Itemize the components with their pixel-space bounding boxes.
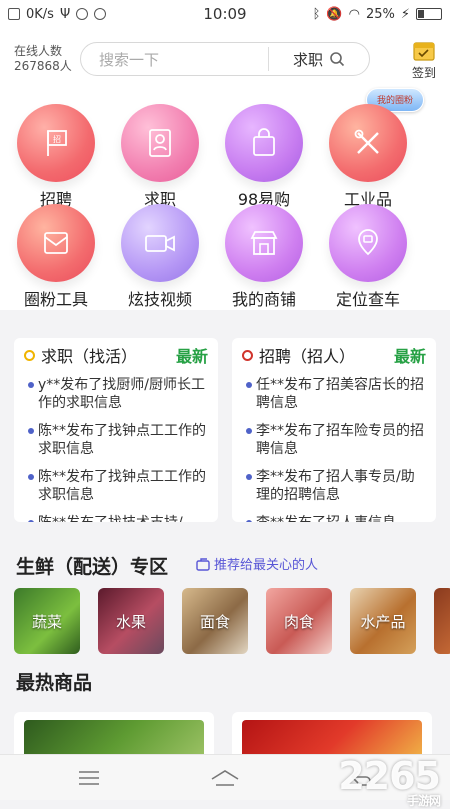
fresh-tile-more[interactable] bbox=[434, 588, 450, 654]
menu-label: 定位查车 bbox=[335, 290, 400, 309]
search-input[interactable]: 搜索一下 bbox=[81, 49, 268, 70]
net-speed: 0K/s bbox=[26, 6, 54, 22]
menu-label: 炫技视频 bbox=[127, 290, 192, 309]
header: 在线人数 267868人 搜索一下 求职 签到 bbox=[0, 28, 450, 92]
home-nav-button[interactable] bbox=[210, 767, 240, 789]
search-type-label: 求职 bbox=[292, 50, 323, 69]
fresh-tile-label: 水果 bbox=[115, 612, 146, 631]
list-item[interactable]: 李**发布了招车险专员的招聘信息 bbox=[246, 422, 428, 458]
jobseek-latest-link[interactable]: 最新 bbox=[176, 343, 208, 367]
menu-label: 我的商铺 bbox=[231, 290, 296, 309]
menu-item-recruit[interactable]: 招 招聘 bbox=[4, 104, 108, 210]
recruit-latest-link[interactable]: 最新 bbox=[394, 343, 426, 367]
recruit-card[interactable]: 招聘（招人） 最新 任**发布了招美容店长的招聘信息 李**发布了招车险专员的招… bbox=[232, 338, 436, 522]
fresh-tile-meat[interactable]: 肉食 bbox=[266, 588, 332, 654]
storefront-icon bbox=[225, 204, 303, 282]
fresh-section-title: 生鲜（配送）专区 bbox=[16, 556, 169, 578]
yellow-ring-icon bbox=[24, 349, 35, 361]
online-count: 267868人 bbox=[14, 59, 72, 73]
resume-icon bbox=[121, 104, 199, 182]
svg-text:招: 招 bbox=[53, 134, 61, 144]
charging-icon: ⚡ bbox=[400, 6, 410, 22]
red-ring-icon bbox=[242, 349, 253, 361]
calendar-check-icon bbox=[413, 42, 435, 61]
fresh-tile-label: 肉食 bbox=[283, 612, 314, 631]
battery-icon bbox=[416, 8, 442, 20]
list-item[interactable]: 陈**发布了找技术支持/ bbox=[28, 514, 210, 522]
hot-products-title: 最热商品 bbox=[16, 672, 93, 694]
bluetooth-icon: ᛒ bbox=[312, 6, 321, 22]
fresh-tile-seafood[interactable]: 水产品 bbox=[350, 588, 416, 654]
list-item[interactable]: y**发布了找厨师/厨师长工作的求职信息 bbox=[28, 376, 210, 412]
menu-nav-button[interactable] bbox=[74, 767, 104, 789]
status-bar: 0K/s Ψ 10:09 ᛒ 🔕 ◠ 25% ⚡ bbox=[0, 0, 450, 28]
recruit-icon: 招 bbox=[17, 104, 95, 182]
chat-notification-icon bbox=[94, 8, 107, 20]
list-item[interactable]: 陈**发布了找钟点工工作的求职信息 bbox=[28, 422, 210, 458]
fresh-tile-fruit[interactable]: 水果 bbox=[98, 588, 164, 654]
watermark-logo: 2265 手游网 bbox=[338, 754, 441, 809]
signin-button[interactable]: 签到 bbox=[404, 40, 444, 81]
fresh-tile-noodles[interactable]: 面食 bbox=[182, 588, 248, 654]
envelope-icon bbox=[17, 204, 95, 282]
home-icon bbox=[211, 770, 239, 786]
search-icon bbox=[330, 52, 345, 67]
search-type-button[interactable]: 求职 bbox=[269, 49, 369, 70]
video-camera-icon bbox=[121, 204, 199, 282]
menu-label: 圈粉工具 bbox=[23, 290, 88, 309]
jobseek-card-header: 求职（找活） 最新 bbox=[14, 338, 218, 372]
list-item[interactable]: 陈**发布了找钟点工工作的求职信息 bbox=[28, 468, 210, 504]
map-pin-icon bbox=[329, 204, 407, 282]
fresh-tile-vegetables[interactable]: 蔬菜 bbox=[14, 588, 80, 654]
mute-icon: 🔕 bbox=[326, 6, 343, 22]
hamburger-icon bbox=[79, 771, 99, 785]
jobseek-card-title: 求职（找活） bbox=[41, 347, 138, 366]
list-item[interactable]: 任**发布了招美容店长的招聘信息 bbox=[246, 376, 428, 412]
recruit-card-title: 招聘（招人） bbox=[259, 347, 356, 366]
usb-icon: Ψ bbox=[59, 6, 71, 22]
menu-item-video[interactable]: 炫技视频 bbox=[108, 204, 212, 310]
menu-item-jobseek[interactable]: 求职 bbox=[108, 104, 212, 210]
share-icon bbox=[196, 557, 210, 571]
tools-icon bbox=[329, 104, 407, 182]
online-label: 在线人数 bbox=[14, 44, 63, 58]
recommend-label: 推荐给最关心的人 bbox=[214, 558, 319, 573]
menu-item-my-shop[interactable]: 我的商铺 bbox=[212, 204, 316, 310]
battery-percent: 25% bbox=[365, 6, 395, 22]
jobseek-list: y**发布了找厨师/厨师长工作的求职信息 陈**发布了找钟点工工作的求职信息 陈… bbox=[14, 372, 218, 522]
menu-item-locate-car[interactable]: 定位查车 bbox=[316, 204, 420, 310]
fresh-tile-label: 蔬菜 bbox=[31, 612, 62, 631]
menu-item-fans-tool[interactable]: 圈粉工具 bbox=[4, 204, 108, 310]
shopping-bag-icon bbox=[225, 104, 303, 182]
recommend-link[interactable]: 推荐给最关心的人 bbox=[196, 554, 318, 573]
menu-item-industrial[interactable]: 工业品 bbox=[316, 104, 420, 210]
wifi-icon: ◠ bbox=[348, 6, 360, 22]
fresh-tile-label: 面食 bbox=[199, 612, 230, 631]
online-users: 在线人数 267868人 bbox=[14, 44, 72, 74]
list-item[interactable]: 李**发布了招人事信息 bbox=[246, 514, 428, 522]
recruit-card-header: 招聘（招人） 最新 bbox=[232, 338, 436, 372]
menu-item-98-shop[interactable]: 98易购 bbox=[212, 104, 316, 210]
recruit-list: 任**发布了招美容店长的招聘信息 李**发布了招车险专员的招聘信息 李**发布了… bbox=[232, 372, 436, 522]
app-notification-icon bbox=[76, 8, 89, 20]
search-bar[interactable]: 搜索一下 求职 bbox=[80, 42, 370, 76]
signin-label: 签到 bbox=[411, 66, 436, 80]
close-notification-icon bbox=[8, 8, 20, 20]
list-item[interactable]: 李**发布了招人事专员/助理的招聘信息 bbox=[246, 468, 428, 504]
jobseek-card[interactable]: 求职（找活） 最新 y**发布了找厨师/厨师长工作的求职信息 陈**发布了找钟点… bbox=[14, 338, 218, 522]
fresh-tile-label: 水产品 bbox=[360, 612, 406, 631]
